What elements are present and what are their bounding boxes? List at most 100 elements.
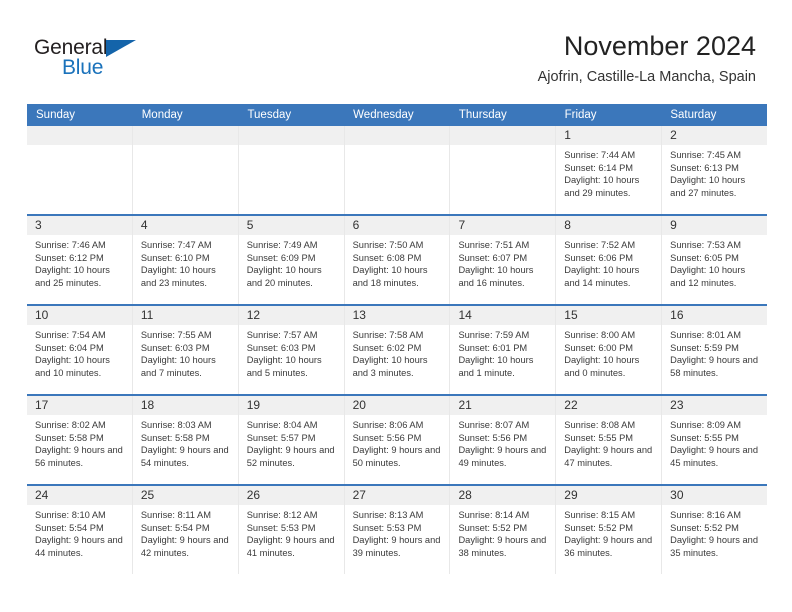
calendar-day-cell[interactable]: 24 Sunrise: 8:10 AM Sunset: 5:54 PM Dayligh… [27, 486, 133, 574]
daylight-text: Daylight: 10 hours and 23 minutes. [140, 265, 216, 288]
calendar-day-cell[interactable]: 3 Sunrise: 7:46 AM Sunset: 6:12 PM Daylight… [27, 216, 133, 304]
day-number [450, 126, 556, 145]
daylight-text: Daylight: 9 hours and 41 minutes. [246, 535, 335, 558]
daylight-text: Daylight: 10 hours and 29 minutes. [564, 175, 640, 198]
day-number: 30 [662, 486, 768, 505]
sunrise-text: Sunrise: 7:45 AM [670, 150, 741, 160]
calendar-week-row: 10 Sunrise: 7:54 AM Sunset: 6:04 PM Dayligh… [27, 304, 768, 394]
daylight-text: Daylight: 9 hours and 47 minutes. [564, 445, 653, 468]
calendar-day-cell[interactable]: 2 Sunrise: 7:45 AM Sunset: 6:13 PM Daylight… [662, 126, 768, 214]
calendar-day-cell[interactable]: 30 Sunrise: 8:16 AM Sunset: 5:52 PM Dayligh… [662, 486, 768, 574]
day-details: Sunrise: 7:57 AM Sunset: 6:03 PM Daylight:… [239, 325, 344, 385]
sunrise-text: Sunrise: 8:11 AM [140, 510, 211, 520]
sunset-text: Sunset: 5:56 PM [352, 432, 422, 443]
daylight-text: Daylight: 10 hours and 20 minutes. [246, 265, 322, 288]
sunset-text: Sunset: 5:52 PM [670, 522, 739, 533]
calendar-day-cell[interactable]: 21 Sunrise: 8:07 AM Sunset: 5:56 PM Dayligh… [450, 396, 557, 484]
day-number: 6 [344, 216, 450, 235]
sunset-text: Sunset: 6:05 PM [670, 252, 739, 263]
daylight-text: Daylight: 9 hours and 50 minutes. [352, 445, 441, 468]
calendar-day-cell[interactable]: 23 Sunrise: 8:09 AM Sunset: 5:55 PM Dayligh… [662, 396, 768, 484]
day-number [238, 126, 344, 145]
calendar-day-cell[interactable]: 25 Sunrise: 8:11 AM Sunset: 5:54 PM Dayligh… [132, 486, 239, 574]
sunrise-text: Sunrise: 8:06 AM [352, 420, 424, 430]
sunset-text: Sunset: 5:54 PM [35, 522, 104, 533]
calendar-day-cell[interactable]: 9 Sunrise: 7:53 AM Sunset: 6:05 PM Daylight… [662, 216, 768, 304]
sunset-text: Sunset: 6:04 PM [35, 342, 104, 353]
day-number: 11 [132, 306, 238, 325]
calendar-day-cell[interactable]: 6 Sunrise: 7:50 AM Sunset: 6:08 PM Daylight… [344, 216, 451, 304]
calendar-day-cell[interactable]: 22 Sunrise: 8:08 AM Sunset: 5:55 PM Dayligh… [556, 396, 663, 484]
sunset-text: Sunset: 6:03 PM [140, 342, 210, 353]
weekday-header-monday: Monday [141, 109, 183, 121]
weekday-header-thursday: Thursday [458, 109, 507, 121]
day-details: Sunrise: 7:47 AM Sunset: 6:10 PM Daylight:… [133, 235, 238, 295]
daylight-text: Daylight: 10 hours and 7 minutes. [140, 355, 216, 378]
calendar-day-cell[interactable]: 18 Sunrise: 8:03 AM Sunset: 5:58 PM Dayligh… [132, 396, 239, 484]
sunrise-text: Sunrise: 7:44 AM [564, 150, 636, 160]
calendar-week-row: 24 Sunrise: 8:10 AM Sunset: 5:54 PM Dayligh… [27, 484, 768, 574]
sunrise-text: Sunrise: 8:10 AM [35, 510, 106, 520]
calendar-day-cell[interactable]: 8 Sunrise: 7:52 AM Sunset: 6:06 PM Daylight… [556, 216, 663, 304]
day-details: Sunrise: 7:50 AM Sunset: 6:08 PM Daylight:… [345, 235, 450, 295]
sunset-text: Sunset: 6:07 PM [458, 252, 528, 263]
calendar-day-cell[interactable]: 11 Sunrise: 7:55 AM Sunset: 6:03 PM Dayligh… [132, 306, 239, 394]
sunset-text: Sunset: 6:13 PM [670, 162, 739, 173]
calendar-day-cell[interactable]: 1 Sunrise: 7:44 AM Sunset: 6:14 PM Daylight… [556, 126, 663, 214]
calendar-day-cell[interactable]: 19 Sunrise: 8:04 AM Sunset: 5:57 PM Dayligh… [238, 396, 345, 484]
calendar-day-cell[interactable]: 5 Sunrise: 7:49 AM Sunset: 6:09 PM Daylight… [238, 216, 345, 304]
sunrise-text: Sunrise: 8:15 AM [564, 510, 636, 520]
day-number: 24 [27, 486, 132, 505]
calendar-day-cell[interactable]: 4 Sunrise: 7:47 AM Sunset: 6:10 PM Daylight… [132, 216, 239, 304]
daylight-text: Daylight: 9 hours and 42 minutes. [140, 535, 229, 558]
calendar-weeks: 1 Sunrise: 7:44 AM Sunset: 6:14 PM Daylight… [27, 126, 768, 574]
daylight-text: Daylight: 10 hours and 3 minutes. [352, 355, 428, 378]
calendar-day-cell[interactable]: 13 Sunrise: 7:58 AM Sunset: 6:02 PM Dayligh… [344, 306, 451, 394]
calendar-day-cell[interactable]: 12 Sunrise: 7:57 AM Sunset: 6:03 PM Dayligh… [238, 306, 345, 394]
title-block: November 2024 Ajofrin, Castille-La Manch… [538, 30, 756, 87]
sunrise-text: Sunrise: 8:01 AM [670, 330, 741, 340]
calendar-day-cell[interactable]: 29 Sunrise: 8:15 AM Sunset: 5:52 PM Dayligh… [556, 486, 663, 574]
day-details: Sunrise: 8:00 AM Sunset: 6:00 PM Daylight:… [556, 325, 661, 385]
day-details: Sunrise: 8:01 AM Sunset: 5:59 PM Daylight:… [662, 325, 767, 385]
weekday-header-saturday: Saturday [670, 109, 717, 121]
daylight-text: Daylight: 10 hours and 0 minutes. [564, 355, 640, 378]
calendar-day-cell[interactable]: 14 Sunrise: 7:59 AM Sunset: 6:01 PM Dayligh… [450, 306, 557, 394]
day-details: Sunrise: 7:52 AM Sunset: 6:06 PM Daylight:… [556, 235, 661, 295]
sunrise-text: Sunrise: 7:54 AM [35, 330, 106, 340]
sunset-text: Sunset: 5:58 PM [35, 432, 104, 443]
sunset-text: Sunset: 5:55 PM [564, 432, 634, 443]
day-details: Sunrise: 8:12 AM Sunset: 5:53 PM Daylight:… [239, 505, 344, 565]
day-number: 16 [662, 306, 768, 325]
day-number: 3 [27, 216, 132, 235]
day-number: 1 [556, 126, 662, 145]
day-details: Sunrise: 7:53 AM Sunset: 6:05 PM Daylight:… [662, 235, 767, 295]
day-number: 28 [450, 486, 556, 505]
calendar-day-cell[interactable]: 7 Sunrise: 7:51 AM Sunset: 6:07 PM Daylight… [450, 216, 557, 304]
day-number: 2 [662, 126, 768, 145]
calendar-day-cell[interactable]: 28 Sunrise: 8:14 AM Sunset: 5:52 PM Dayligh… [450, 486, 557, 574]
sunrise-text: Sunrise: 7:55 AM [140, 330, 212, 340]
daylight-text: Daylight: 10 hours and 25 minutes. [35, 265, 110, 288]
sunrise-text: Sunrise: 7:50 AM [352, 240, 424, 250]
general-blue-logo: General Blue [34, 36, 154, 82]
sunset-text: Sunset: 6:02 PM [352, 342, 422, 353]
day-details: Sunrise: 8:07 AM Sunset: 5:56 PM Daylight:… [450, 415, 555, 475]
calendar-day-cell[interactable]: 20 Sunrise: 8:06 AM Sunset: 5:56 PM Dayligh… [344, 396, 451, 484]
day-details: Sunrise: 7:45 AM Sunset: 6:13 PM Daylight:… [662, 145, 767, 205]
sunrise-text: Sunrise: 7:57 AM [246, 330, 318, 340]
calendar-day-cell[interactable]: 17 Sunrise: 8:02 AM Sunset: 5:58 PM Dayligh… [27, 396, 133, 484]
day-details: Sunrise: 7:44 AM Sunset: 6:14 PM Daylight:… [556, 145, 661, 205]
calendar-day-cell[interactable]: 27 Sunrise: 8:13 AM Sunset: 5:53 PM Dayligh… [344, 486, 451, 574]
sunset-text: Sunset: 6:09 PM [246, 252, 316, 263]
calendar-week-row: 17 Sunrise: 8:02 AM Sunset: 5:58 PM Dayligh… [27, 394, 768, 484]
sunset-text: Sunset: 6:00 PM [564, 342, 634, 353]
calendar-day-cell[interactable]: 15 Sunrise: 8:00 AM Sunset: 6:00 PM Dayligh… [556, 306, 663, 394]
logo-triangle-icon [106, 40, 136, 57]
sunrise-text: Sunrise: 7:49 AM [246, 240, 318, 250]
calendar-day-cell[interactable]: 26 Sunrise: 8:12 AM Sunset: 5:53 PM Dayligh… [238, 486, 345, 574]
day-number: 4 [132, 216, 238, 235]
calendar-day-cell[interactable]: 10 Sunrise: 7:54 AM Sunset: 6:04 PM Dayligh… [27, 306, 133, 394]
day-number: 23 [662, 396, 768, 415]
calendar-day-cell[interactable]: 16 Sunrise: 8:01 AM Sunset: 5:59 PM Dayligh… [662, 306, 768, 394]
